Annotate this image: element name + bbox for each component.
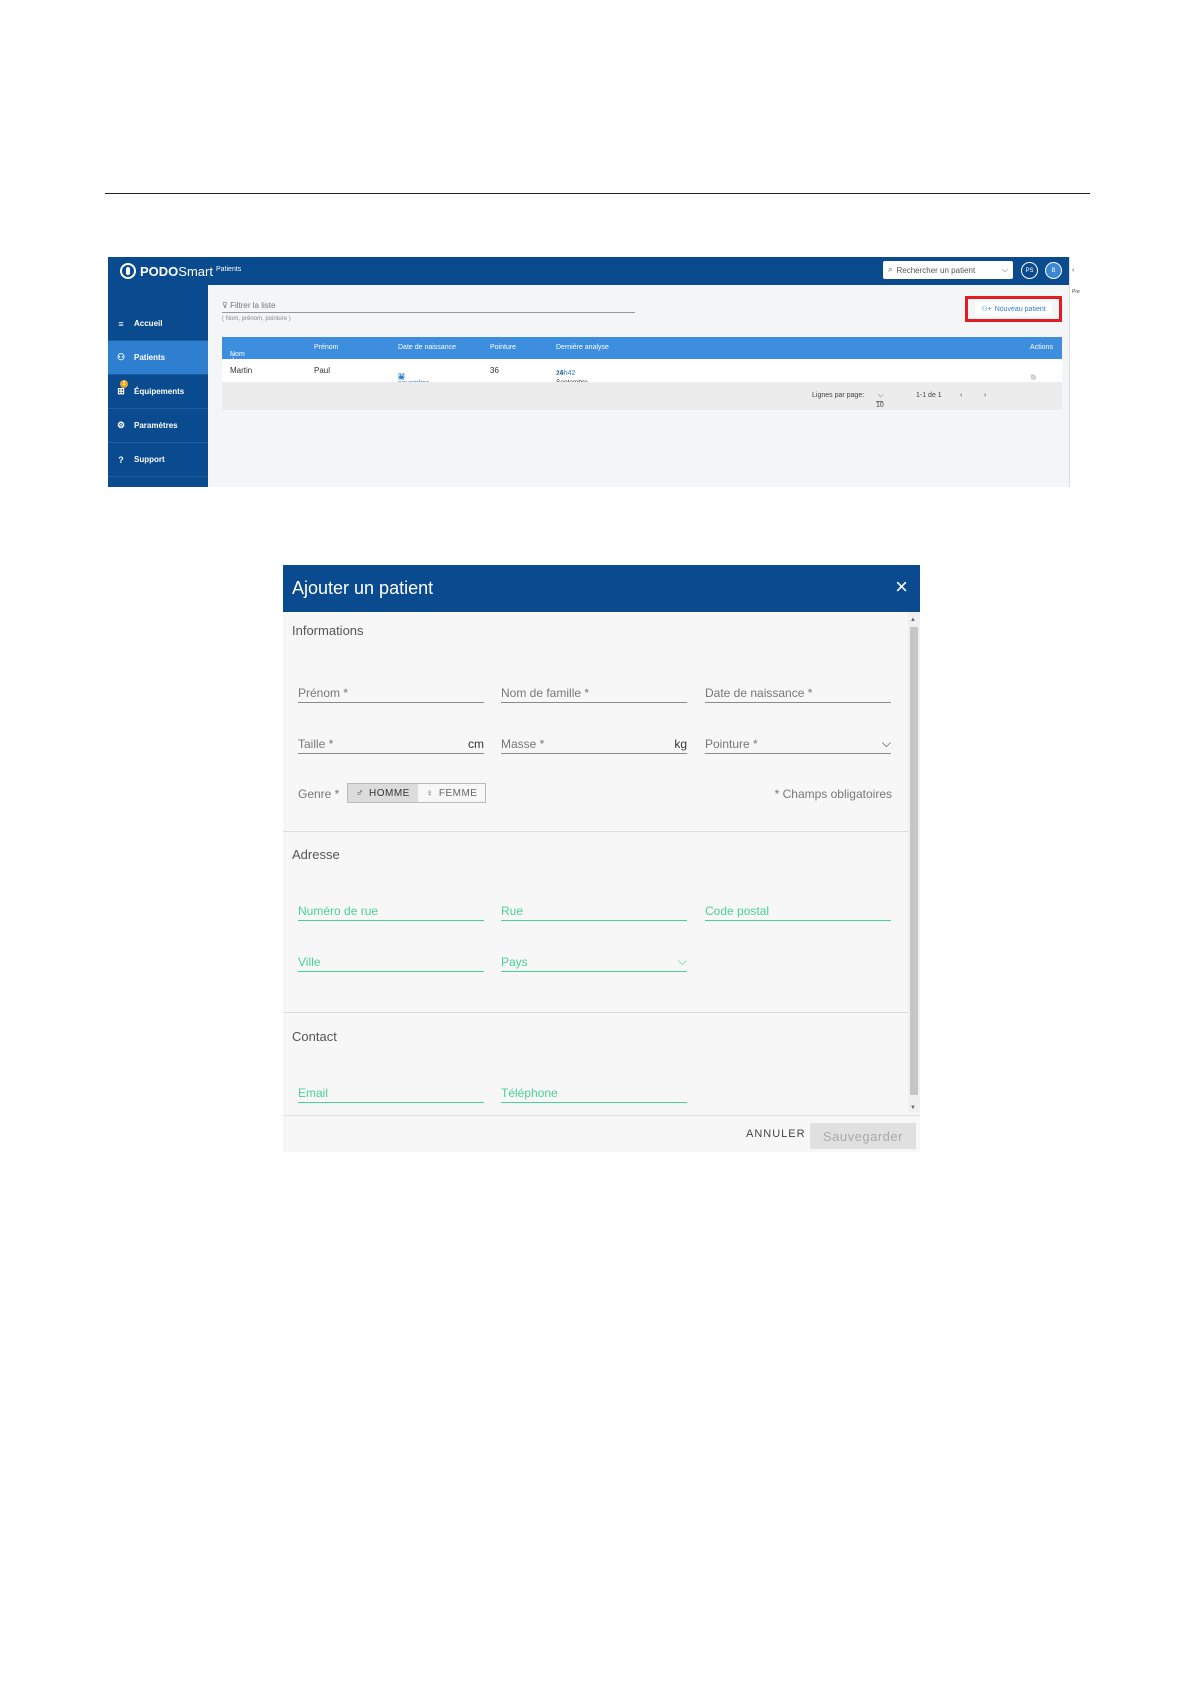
sidebar: ≡ Accueil ⚇ Patients ⊞ 2 Équipements ⚙ Pa…: [108, 285, 208, 487]
delete-icon[interactable]: ⊘: [1030, 373, 1037, 382]
chevron-down-icon: ⌵: [1001, 265, 1008, 274]
dialog-footer: ANNULER Sauvegarder: [283, 1115, 920, 1152]
podosmart-logo-icon: [120, 263, 136, 279]
notification-avatar[interactable]: B: [1045, 262, 1062, 279]
save-button[interactable]: Sauvegarder: [810, 1123, 916, 1149]
code-postal-field[interactable]: Code postal: [705, 899, 891, 921]
rows-per-page-select[interactable]: 10 ⌵: [876, 392, 884, 409]
chevron-left-icon[interactable]: ‹: [1072, 267, 1074, 274]
breadcrumb: Patients: [216, 266, 242, 273]
dialog-title: Ajouter un patient: [292, 578, 434, 598]
section-title-adresse: Adresse: [292, 847, 340, 862]
sidebar-item-label: Support: [134, 455, 165, 464]
table-row[interactable]: Martin Paul ▣ 21 novembre 1997 36 24 Sep…: [222, 359, 1062, 395]
new-patient-button[interactable]: ⚇+ Nouveau patient: [975, 302, 1052, 316]
table-pagination: Lignes par page: 10 ⌵ 1-1 de 1 ‹ ›: [222, 382, 1062, 410]
help-icon: ?: [118, 454, 124, 465]
sidebar-item-label: Accueil: [134, 319, 163, 328]
rows-per-page-label: Lignes par page:: [812, 392, 865, 399]
rue-field[interactable]: Rue: [501, 899, 687, 921]
side-panel-text: Pre: [1072, 289, 1080, 295]
side-panel-edge: Pre ‹: [1069, 257, 1083, 487]
male-icon: ♂: [356, 787, 364, 799]
column-header-actions: Actions: [1030, 344, 1053, 351]
masse-unit: kg: [674, 737, 687, 751]
genre-homme-option[interactable]: ♂ HOMME: [348, 784, 418, 802]
search-placeholder: Rechercher un patient: [896, 265, 976, 275]
sidebar-item-parametres[interactable]: ⚙ Paramètres: [108, 409, 208, 443]
sidebar-item-label: Équipements: [134, 387, 185, 396]
section-title-contact: Contact: [292, 1029, 337, 1044]
pointure-select[interactable]: Pointure * ⌵: [705, 732, 891, 754]
cell-pointure: 36: [490, 366, 499, 375]
pays-select[interactable]: Pays ⌵: [501, 950, 687, 972]
top-bar: PODOSmart Patients ⌕ Rechercher un patie…: [108, 257, 1069, 285]
highlight-box: ⚇+ Nouveau patient: [965, 296, 1062, 322]
section-divider: [283, 831, 908, 832]
column-header-naissance[interactable]: Date de naissance: [398, 344, 456, 351]
sidebar-item-patients[interactable]: ⚇ Patients: [108, 341, 208, 375]
page-divider: [105, 193, 1090, 194]
prenom-field[interactable]: Prénom *: [298, 681, 484, 703]
equipment-badge: 2: [120, 380, 128, 388]
section-title-informations: Informations: [292, 623, 364, 638]
column-header-analyse[interactable]: Dernière analyse: [556, 344, 609, 351]
sidebar-item-accueil[interactable]: ≡ Accueil: [108, 307, 208, 341]
chevron-down-icon: ⌵: [677, 954, 687, 968]
ville-field[interactable]: Ville: [298, 950, 484, 972]
equipment-icon: ⊞ 2: [108, 380, 134, 397]
chevron-down-icon: ⌵: [881, 736, 891, 750]
page-range: 1-1 de 1: [916, 392, 942, 399]
sidebar-item-label: Patients: [134, 353, 166, 362]
sidebar-item-support[interactable]: ? Support: [108, 443, 208, 477]
add-patient-dialog: Ajouter un patient × Informations Prénom…: [283, 565, 920, 1152]
filter-icon: ⊽: [222, 301, 228, 310]
prev-page-icon[interactable]: ‹: [960, 392, 962, 399]
scrollbar-thumb[interactable]: [910, 627, 918, 1095]
sort-chevron-icon: ⌵: [230, 351, 236, 358]
table-header: Nom de famille ⌵ Prénom Date de naissanc…: [222, 337, 1062, 372]
cell-prenom: Paul: [314, 366, 331, 375]
filter-input[interactable]: ⊽ Filtrer la liste: [222, 301, 635, 313]
dialog-header: Ajouter un patient ×: [283, 565, 920, 612]
email-field[interactable]: Email: [298, 1081, 484, 1103]
section-divider: [283, 1012, 908, 1013]
genre-femme-option[interactable]: ♀ FEMME: [418, 784, 486, 802]
sidebar-item-label: Paramètres: [134, 421, 178, 430]
close-icon[interactable]: ×: [895, 574, 908, 600]
column-header-prenom[interactable]: Prénom: [314, 344, 339, 351]
user-avatar[interactable]: PS: [1021, 262, 1038, 279]
column-header-pointure[interactable]: Pointure: [490, 344, 516, 351]
next-page-icon[interactable]: ›: [984, 392, 986, 399]
scroll-up-icon[interactable]: ▲: [910, 617, 916, 623]
filter-hint: ( Nom, prénom, pointure ): [222, 316, 291, 322]
sidebar-item-equipements[interactable]: ⊞ 2 Équipements: [108, 375, 208, 409]
scroll-down-icon[interactable]: ▼: [910, 1105, 916, 1111]
gear-icon: ⚙: [116, 420, 126, 430]
patients-app-screenshot: PODOSmart Patients ⌕ Rechercher un patie…: [108, 257, 1083, 487]
date-naissance-field[interactable]: Date de naissance *: [705, 681, 891, 703]
numero-rue-field[interactable]: Numéro de rue: [298, 899, 484, 921]
genre-toggle: ♂ HOMME ♀ FEMME: [347, 783, 487, 803]
search-icon: ⌕: [888, 265, 893, 274]
genre-label: Genre *: [298, 787, 340, 801]
podosmart-logo: PODOSmart: [120, 263, 213, 279]
required-note: * Champs obligatoires: [774, 787, 892, 801]
patient-search[interactable]: ⌕ Rechercher un patient ⌵: [883, 261, 1013, 279]
telephone-field[interactable]: Téléphone: [501, 1081, 687, 1103]
filter-placeholder: Filtrer la liste: [230, 301, 276, 310]
add-user-icon: ⚇+: [981, 306, 992, 313]
taille-field[interactable]: Taille * cm: [298, 732, 484, 754]
new-patient-label: Nouveau patient: [994, 305, 1046, 313]
masse-field[interactable]: Masse * kg: [501, 732, 687, 754]
nom-field[interactable]: Nom de famille *: [501, 681, 687, 703]
patients-icon: ⚇: [116, 352, 126, 362]
female-icon: ♀: [425, 787, 434, 799]
cell-nom: Martin: [230, 366, 253, 375]
cancel-button[interactable]: ANNULER: [746, 1128, 806, 1140]
menu-icon: ≡: [118, 318, 124, 329]
taille-unit: cm: [468, 737, 484, 751]
